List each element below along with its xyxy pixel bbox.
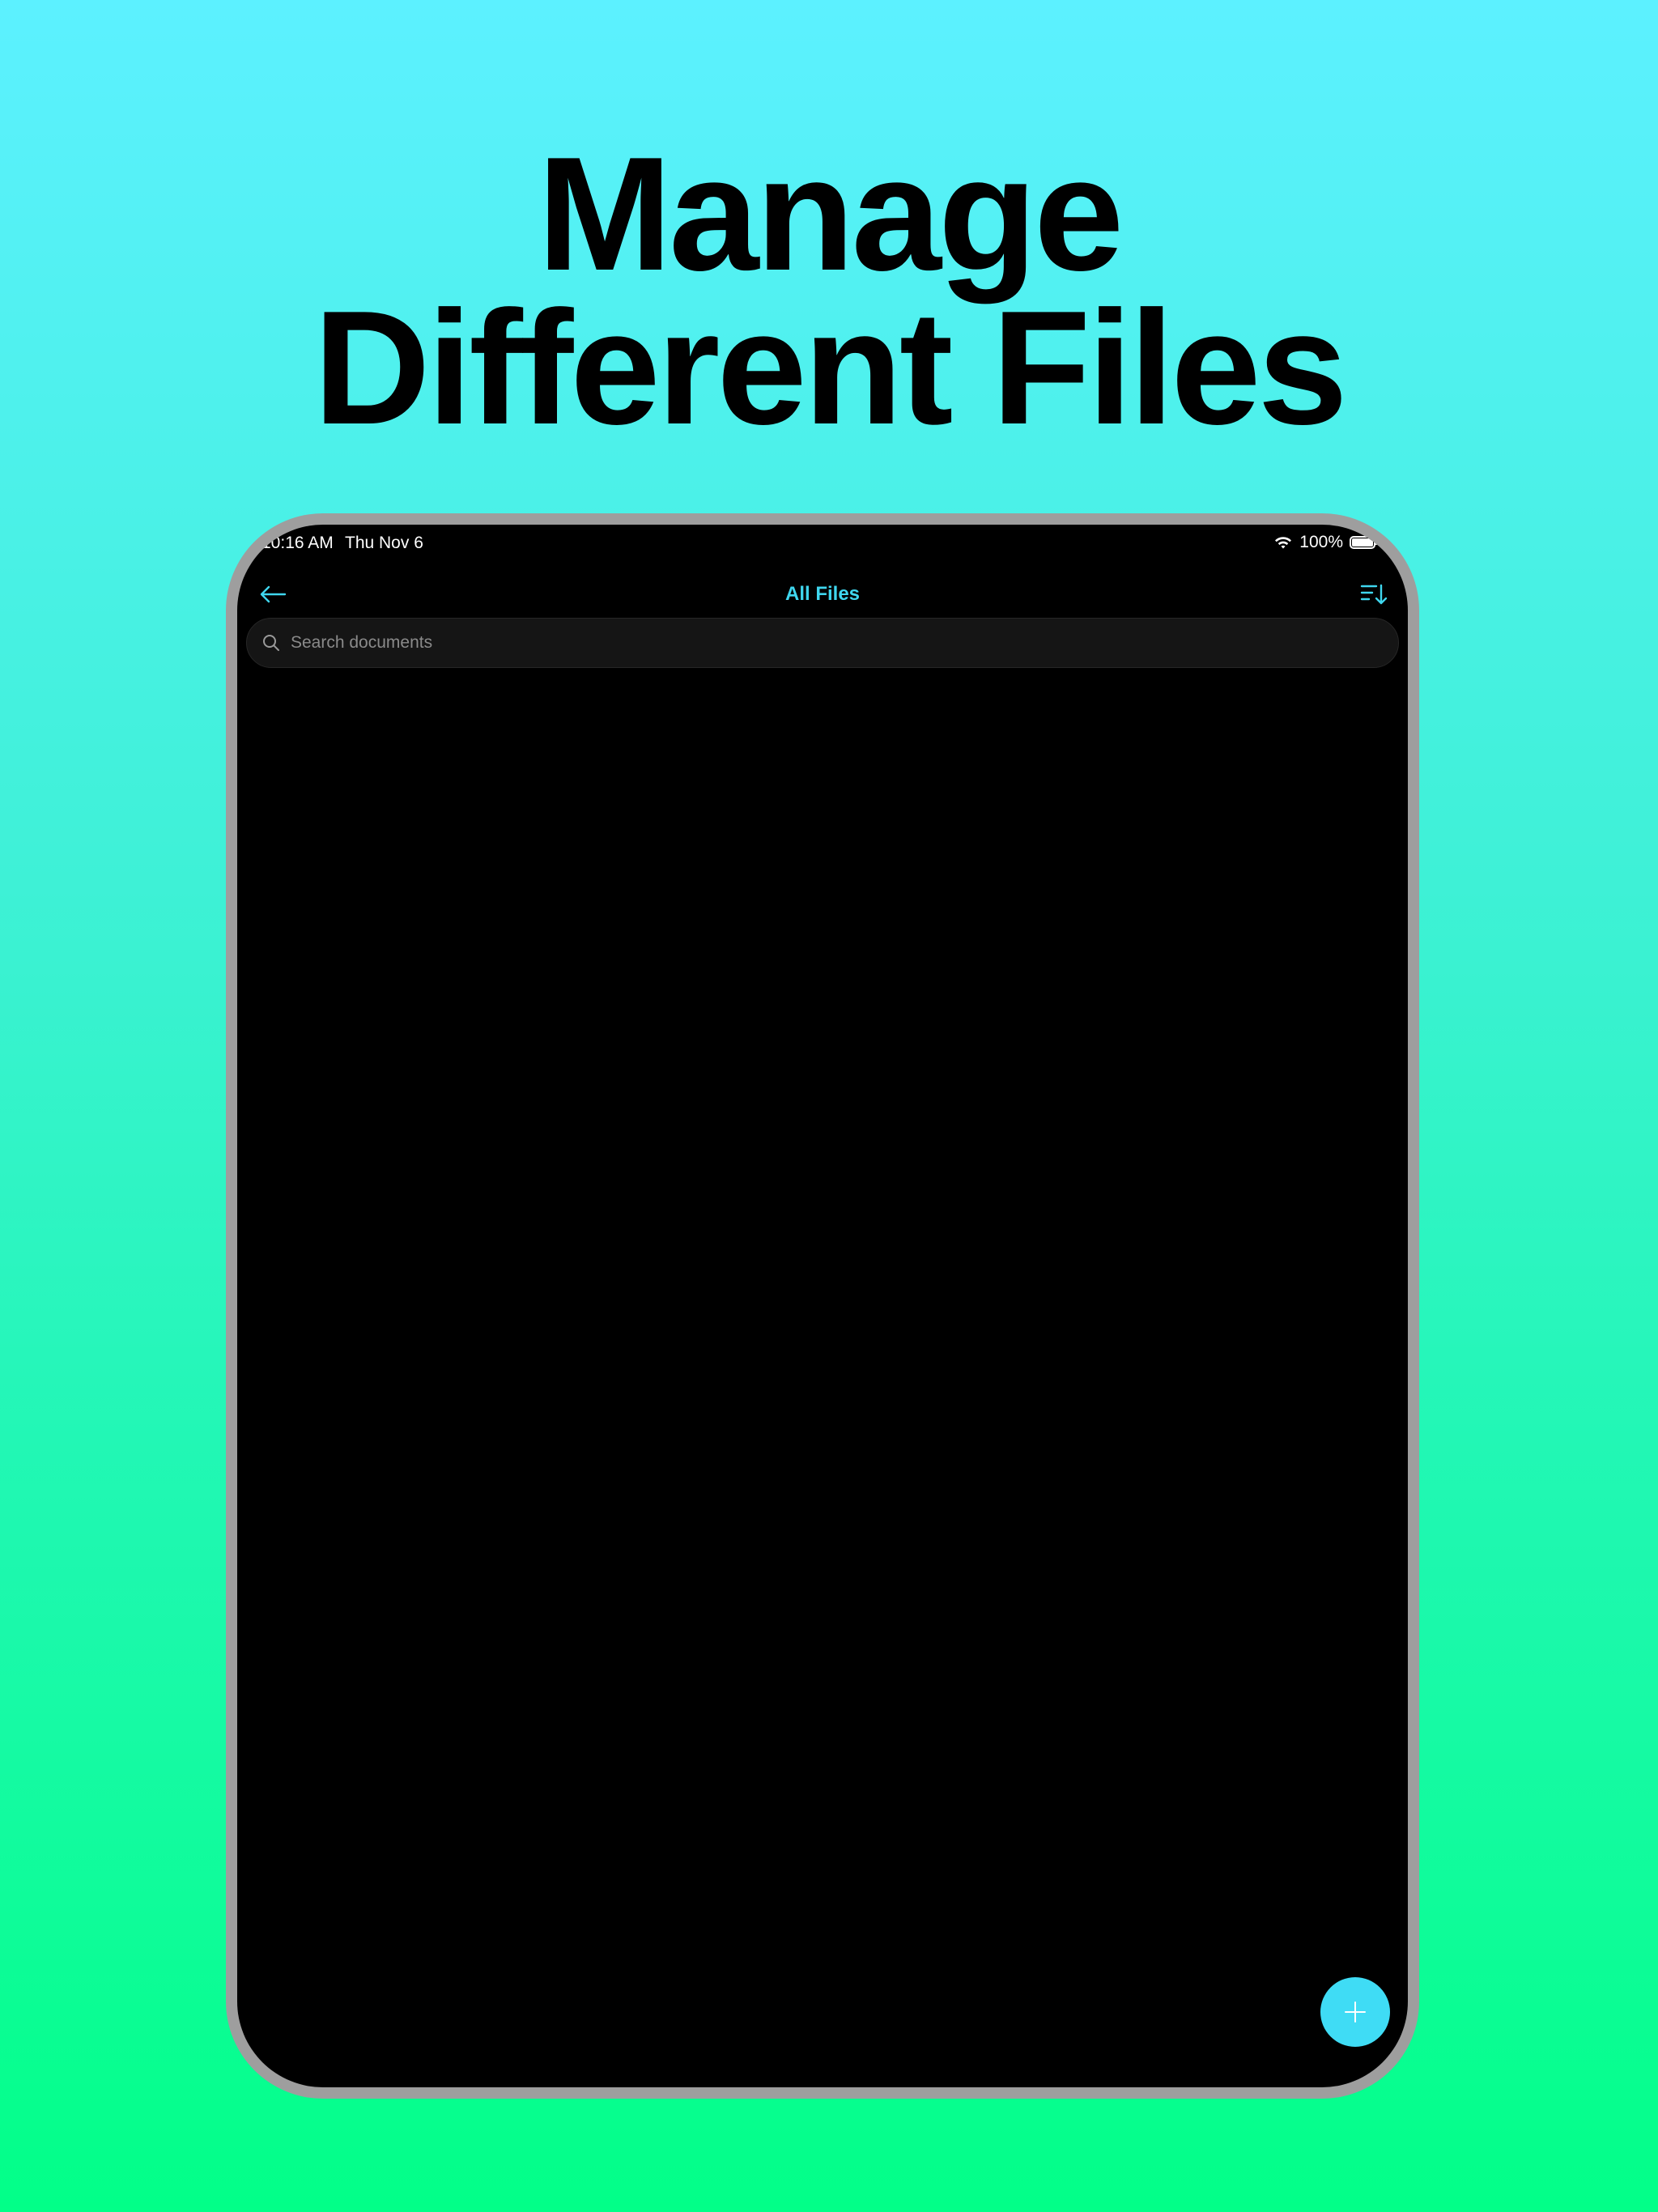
add-file-button[interactable]	[1320, 1977, 1390, 2047]
search-bar[interactable]	[246, 618, 1399, 668]
status-time: 10:16 AM	[261, 534, 334, 552]
page-title: All Files	[784, 583, 861, 605]
status-bar: 10:16 AM Thu Nov 6 100%	[237, 525, 1408, 557]
app-screen: 10:16 AM Thu Nov 6 100% All Files Search…	[237, 525, 1408, 2087]
battery-icon	[1350, 536, 1378, 549]
status-date: Thu Nov 6	[345, 534, 423, 552]
wifi-icon	[1275, 537, 1292, 549]
headline-line-1: Manage	[537, 124, 1124, 304]
plus-icon	[1345, 2001, 1366, 2023]
search-icon	[263, 635, 279, 651]
headline: Manage Different Files	[0, 124, 1658, 458]
search-input[interactable]	[291, 633, 1398, 653]
status-indicators: 100%	[1273, 533, 1378, 552]
battery-percent: 100%	[1299, 533, 1343, 551]
tablet-frame: 10:16 AM Thu Nov 6 100% All Files Search…	[226, 513, 1419, 2099]
navigation-bar: All Files	[237, 570, 1408, 619]
sort-button[interactable]	[1358, 580, 1390, 609]
sort-descending-icon	[1360, 584, 1388, 605]
headline-line-2: Different Files	[313, 278, 1348, 458]
